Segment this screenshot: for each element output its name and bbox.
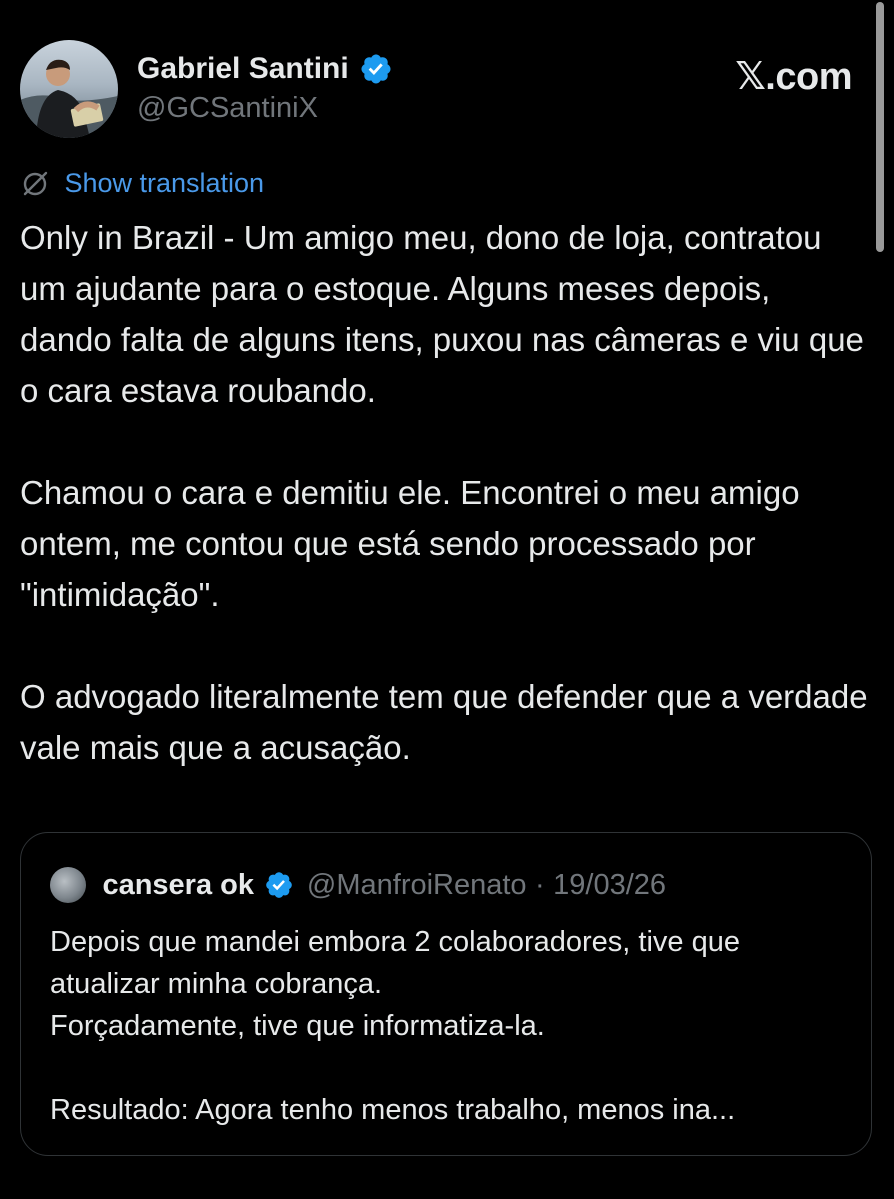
quoted-post-date[interactable]: 19/03/26 xyxy=(553,869,666,902)
quoted-post-header: cansera ok @ManfroiRenato · 19/03/26 xyxy=(50,867,666,907)
author-avatar[interactable] xyxy=(20,40,118,138)
quoted-post-line: Depois que mandei embora 2 colaboradores… xyxy=(50,926,740,1000)
separator-dot: · xyxy=(535,868,545,901)
avatar-photo-icon xyxy=(20,59,118,138)
site-watermark: 𝕏.com xyxy=(735,56,852,98)
post-text: Only in Brazil - Um amigo meu, dono de l… xyxy=(20,212,870,773)
author-display-name[interactable]: Gabriel Santini xyxy=(137,52,349,86)
verified-badge-icon xyxy=(361,54,391,84)
quoted-author-avatar[interactable] xyxy=(50,867,86,903)
quoted-author-handle[interactable]: @ManfroiRenato xyxy=(307,869,527,902)
quoted-post-line: Resultado: Agora tenho menos trabalho, m… xyxy=(50,1094,736,1126)
quoted-post-card[interactable]: cansera ok @ManfroiRenato · 19/03/26 Dep… xyxy=(20,832,872,1156)
post-paragraph: O advogado literalmente tem que defender… xyxy=(20,678,868,766)
quoted-post-text: Depois que mandei embora 2 colaboradores… xyxy=(50,921,850,1131)
show-translation-button[interactable]: Show translation xyxy=(20,168,264,204)
post-paragraph: Chamou o cara e demitiu ele. Encontrei o… xyxy=(20,474,800,613)
post-header: Gabriel Santini @GCSantiniX 𝕏.com xyxy=(20,40,880,140)
scrollbar-thumb[interactable] xyxy=(876,2,884,252)
post-paragraph: Only in Brazil - Um amigo meu, dono de l… xyxy=(20,219,864,409)
globe-slash-icon xyxy=(23,171,48,195)
verified-badge-icon xyxy=(266,872,293,898)
quoted-post-line: Forçadamente, tive que informatiza-la. xyxy=(50,1010,545,1042)
show-translation-label[interactable]: Show translation xyxy=(64,168,264,199)
author-handle[interactable]: @GCSantiniX xyxy=(137,92,393,125)
quoted-author-display-name[interactable]: cansera ok xyxy=(102,869,254,902)
